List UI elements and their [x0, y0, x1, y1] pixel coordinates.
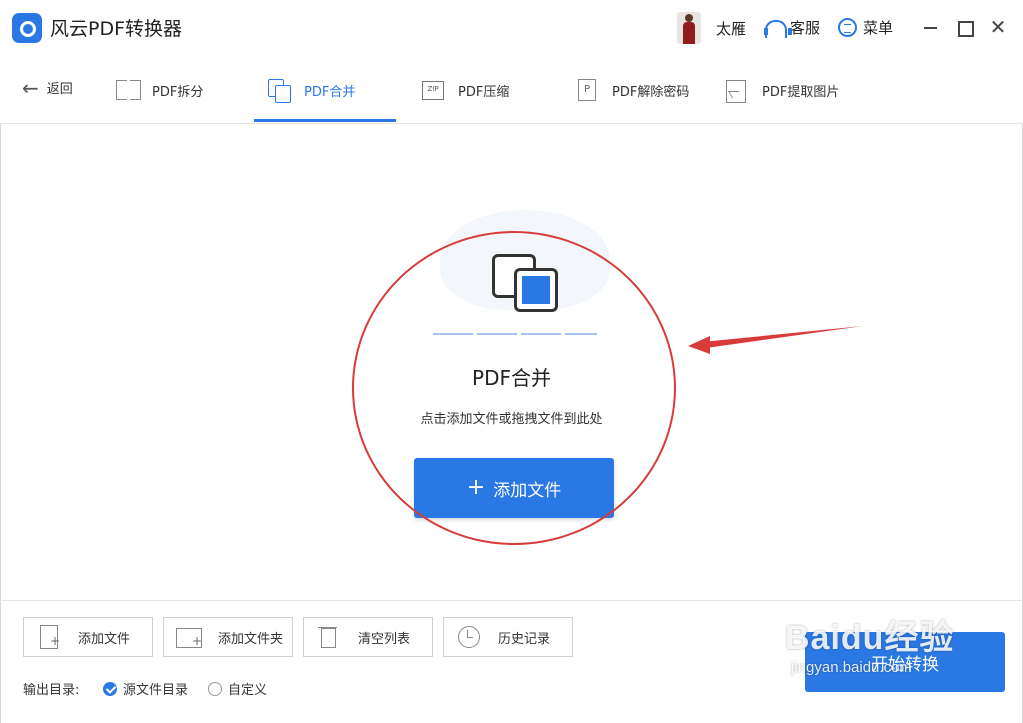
tab-pdf-compress[interactable]: PDF压缩 — [420, 56, 509, 124]
add-file-tool-button[interactable]: 添加文件 — [23, 617, 153, 657]
radio-label: 源文件目录 — [123, 683, 189, 698]
add-file-icon — [36, 624, 66, 650]
app-logo-icon — [12, 13, 42, 43]
history-button[interactable]: 历史记录 — [443, 617, 573, 657]
watermark-sub: jingyan.baidu.com — [791, 659, 912, 676]
tab-label: PDF拆分 — [152, 84, 204, 100]
add-folder-icon — [176, 624, 206, 650]
clear-list-button[interactable]: 清空列表 — [303, 617, 433, 657]
radio-unchecked-icon — [208, 681, 222, 696]
radio-checked-icon — [103, 681, 117, 696]
app-title: 风云PDF转换器 — [50, 18, 183, 40]
tool-label: 添加文件夹 — [218, 631, 284, 647]
tab-pdf-split[interactable]: PDF拆分 — [114, 56, 203, 124]
tab-pdf-extract-images[interactable]: PDF提取图片 — [724, 56, 839, 124]
tool-label: 历史记录 — [498, 631, 551, 647]
output-source-dir-radio[interactable]: 源文件目录 — [103, 679, 188, 698]
merge-icon — [266, 77, 294, 103]
maximize-button[interactable] — [953, 16, 975, 38]
title-bar: 风云PDF转换器 太雁 客服 菜单 ✕ — [0, 0, 1023, 56]
tool-tab-bar: ← 返回 PDF拆分 PDF合并 PDF压缩 PDF解除密码 PDF提取图片 — [0, 56, 1023, 124]
username[interactable]: 太雁 — [716, 18, 746, 39]
user-avatar[interactable] — [677, 12, 701, 44]
watermark-main: Baidu经验 — [785, 619, 955, 657]
tab-pdf-unlock[interactable]: PDF解除密码 — [574, 56, 689, 124]
output-dir-label: 输出目录: — [23, 683, 80, 698]
menu-button[interactable]: 菜单 — [838, 17, 893, 38]
annotation-circle — [352, 231, 676, 545]
customer-service-label: 客服 — [790, 19, 821, 37]
tab-label: PDF解除密码 — [612, 84, 690, 100]
minimize-button[interactable] — [920, 16, 942, 38]
customer-service-button[interactable]: 客服 — [764, 17, 820, 38]
pdf-lock-icon — [574, 77, 602, 103]
active-tab-indicator — [254, 119, 396, 122]
tab-label: PDF提取图片 — [762, 84, 840, 100]
clock-icon — [456, 624, 486, 650]
annotation-arrow — [688, 326, 863, 354]
close-button[interactable]: ✕ — [987, 16, 1009, 38]
tab-label: PDF合并 — [304, 84, 356, 100]
tool-label: 清空列表 — [358, 631, 411, 647]
split-icon — [114, 77, 142, 103]
menu-label: 菜单 — [863, 19, 894, 37]
zip-icon — [420, 77, 448, 103]
trash-icon — [316, 624, 346, 650]
add-folder-button[interactable]: 添加文件夹 — [163, 617, 293, 657]
tool-label: 添加文件 — [78, 631, 131, 647]
output-custom-radio[interactable]: 自定义 — [208, 679, 267, 698]
baidu-watermark: Baidu经验 jingyan.baidu.com — [785, 610, 954, 676]
headset-icon — [764, 19, 792, 38]
tab-label: PDF压缩 — [458, 84, 510, 100]
tab-pdf-merge[interactable]: PDF合并 — [266, 56, 355, 124]
radio-label: 自定义 — [228, 683, 268, 698]
menu-list-icon — [838, 18, 857, 37]
image-icon — [724, 77, 752, 103]
back-label: 返回 — [46, 82, 73, 97]
back-arrow-icon: ← — [22, 75, 39, 100]
back-button[interactable]: ← 返回 — [22, 75, 73, 100]
